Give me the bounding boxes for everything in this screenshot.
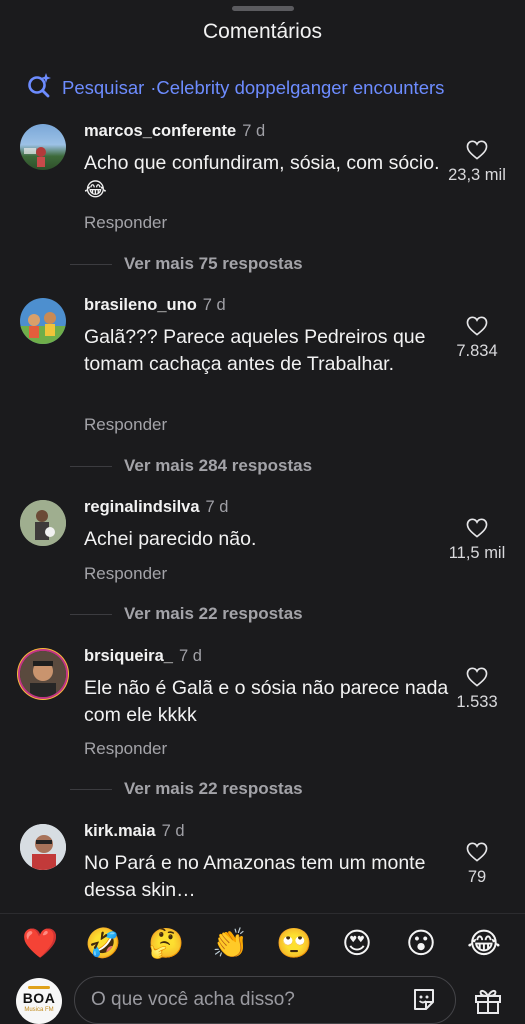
view-replies-button[interactable]: Ver mais 22 respostas — [70, 779, 303, 799]
current-user-avatar[interactable]: BOA Musica FM — [16, 978, 62, 1024]
surprised-emoji-button[interactable]: 😮 — [403, 925, 439, 961]
comment-time: 7 d — [161, 822, 185, 840]
avatar-story-ring[interactable] — [20, 651, 66, 697]
view-replies-button[interactable]: Ver mais 284 respostas — [70, 456, 312, 476]
avatar[interactable] — [20, 124, 66, 170]
avatar[interactable] — [20, 500, 66, 546]
comment-text: Acho que confundiram, sósia, com sócio. … — [84, 152, 440, 201]
page-title: Comentários — [202, 20, 323, 43]
heart-icon[interactable] — [466, 667, 488, 687]
comment-text: Ele não é Galã e o sósia não parece nada… — [84, 677, 449, 726]
comment-username[interactable]: brsiqueira_ 7 d — [84, 647, 202, 666]
comment-username[interactable]: reginalindsilva 7 d — [84, 498, 228, 517]
heart-icon[interactable] — [466, 140, 488, 160]
comment-input-placeholder: O que você acha disso? — [91, 989, 295, 1010]
search-sparkle-icon — [26, 72, 62, 103]
heart-emoji-button[interactable]: ❤️ — [22, 925, 58, 961]
reply-button[interactable]: Responder — [84, 415, 167, 435]
thinking-emoji-button[interactable]: 🤔 — [148, 925, 184, 961]
like-count: 11,5 mil — [448, 544, 506, 562]
search-label: Pesquisar — [62, 76, 145, 98]
search-suggestion[interactable]: Pesquisar ·Celebrity doppelganger encoun… — [26, 72, 444, 103]
like-control[interactable]: 11,5 mil — [437, 518, 517, 563]
comment-time: 7 d — [242, 122, 266, 140]
view-replies-button[interactable]: Ver mais 22 respostas — [70, 604, 303, 624]
avatar[interactable] — [20, 298, 66, 344]
comment-composer: BOA Musica FM O que você acha disso? — [0, 972, 525, 1024]
sticker-icon[interactable] — [411, 987, 437, 1018]
emoji-reaction-bar: ❤️ 🤣 🤔 👏 🙄 😍 😮 😂 — [0, 913, 525, 970]
sheet-grabber[interactable] — [232, 6, 294, 11]
comment-text: Achei parecido não. — [84, 528, 257, 550]
gift-icon[interactable] — [473, 986, 503, 1019]
like-count: 23,3 mil — [448, 166, 506, 184]
like-control[interactable]: 23,3 mil — [437, 140, 517, 185]
like-control[interactable]: 7.834 — [437, 316, 517, 361]
clap-emoji-button[interactable]: 👏 — [212, 925, 248, 961]
search-query: ·Celebrity doppelganger encounters — [150, 76, 445, 98]
comment-time: 7 d — [205, 498, 229, 516]
joy-emoji-button[interactable]: 😂 — [466, 925, 502, 961]
comment-username[interactable]: brasileno_uno 7 d — [84, 296, 226, 315]
reply-button[interactable]: Responder — [84, 739, 167, 759]
comment-username[interactable]: kirk.maia 7 d — [84, 822, 185, 841]
like-control[interactable]: 79 — [437, 842, 517, 887]
heart-icon[interactable] — [466, 842, 488, 862]
heart-icon[interactable] — [466, 316, 488, 336]
eye-roll-emoji-button[interactable]: 🙄 — [276, 925, 312, 961]
reply-button[interactable]: Responder — [84, 564, 167, 584]
view-replies-button[interactable]: Ver mais 75 respostas — [70, 254, 303, 274]
heart-icon[interactable] — [466, 518, 488, 538]
comment-text: No Pará e no Amazonas tem um monte dessa… — [84, 852, 426, 901]
comment-time: 7 d — [202, 296, 226, 314]
like-count: 79 — [467, 868, 487, 886]
heart-eyes-emoji-button[interactable]: 😍 — [339, 925, 375, 961]
reply-button[interactable]: Responder — [84, 213, 167, 233]
comment-username[interactable]: marcos_conferente 7 d — [84, 122, 265, 141]
like-count: 1.533 — [456, 693, 498, 711]
comment-input[interactable]: O que você acha disso? — [74, 976, 456, 1024]
like-control[interactable]: 1.533 — [437, 667, 517, 712]
comment-time: 7 d — [178, 647, 202, 665]
comment-text: Galã??? Parece aqueles Pedreiros que tom… — [84, 326, 426, 375]
avatar[interactable] — [20, 824, 66, 870]
like-count: 7.834 — [456, 342, 498, 360]
rofl-emoji-button[interactable]: 🤣 — [85, 925, 121, 961]
